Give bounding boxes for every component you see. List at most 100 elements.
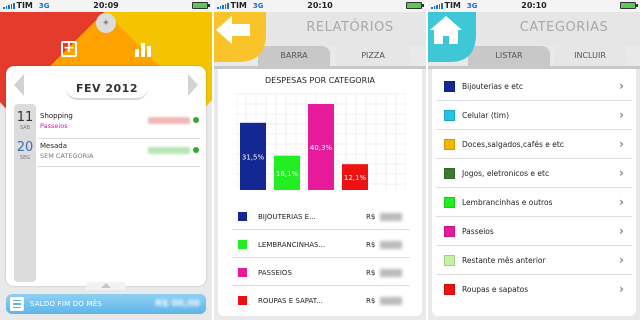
- category-label: Lembrancinhas e outros: [462, 198, 553, 207]
- gear-icon[interactable]: ✦: [96, 13, 116, 33]
- entry-category: Passeios: [40, 122, 68, 130]
- category-label: Passeios: [462, 227, 494, 236]
- category-row[interactable]: Passeios ›: [436, 217, 632, 246]
- legend-swatch: [238, 296, 247, 305]
- list-item[interactable]: 20 SEG Mesada SEM CATEGORIA: [14, 141, 200, 169]
- legend-row[interactable]: ROUPAS E SAPAT... R$: [232, 288, 410, 314]
- bar-chart: 31,5% 16,1% 40,3% 12,1%: [236, 93, 406, 190]
- category-row[interactable]: Celular (tim) ›: [436, 101, 632, 130]
- list-item[interactable]: 11 SAB Shopping Passeios: [14, 111, 200, 139]
- category-row[interactable]: Jogos, eletronicos e etc ›: [436, 159, 632, 188]
- bar-value-label: 40,3%: [310, 144, 333, 152]
- divider: [38, 138, 200, 139]
- status-dot: [193, 147, 199, 153]
- tab-underline: [428, 66, 640, 69]
- balance-value: R$ 00,00: [155, 299, 200, 309]
- bar-value-label: 31,5%: [242, 153, 265, 161]
- category-label: Celular (tim): [462, 111, 510, 120]
- chart-title: DESPESAS POR CATEGORIA: [265, 76, 375, 85]
- tab-listar[interactable]: LISTAR: [468, 46, 550, 66]
- page-title: CATEGORIAS: [519, 20, 609, 35]
- category-swatch: [444, 226, 455, 237]
- legend-label: ROUPAS E SAPAT...: [258, 297, 323, 305]
- legend-swatch: [238, 212, 247, 221]
- bar-value-label: 16,1%: [276, 170, 299, 178]
- category-swatch: [444, 168, 455, 179]
- legend-row[interactable]: LEMBRANCINHAS... R$: [232, 232, 410, 258]
- list-icon: [10, 297, 24, 311]
- category-row[interactable]: Doces,salgados,cafés e etc ›: [436, 130, 632, 159]
- category-label: Bijouterias e etc: [462, 82, 523, 91]
- legend-swatch: [238, 240, 247, 249]
- entry-amount: [148, 117, 190, 124]
- legend-currency: R$: [366, 241, 376, 249]
- entry-category: SEM CATEGORIA: [40, 152, 94, 160]
- reports-screen: TIM 3G 20:10 RELATÓRIOS BARRA PIZZA DESP…: [214, 0, 426, 320]
- clock: 20:10: [521, 1, 547, 10]
- entry-day: 11: [16, 110, 34, 125]
- category-label: Restante mês anterior: [462, 256, 546, 265]
- category-row[interactable]: Bijouterias e etc ›: [436, 72, 632, 101]
- entry-day: 20: [16, 140, 34, 155]
- legend-label: BIJOUTERIAS E...: [258, 213, 316, 221]
- reports-button[interactable]: [130, 36, 156, 62]
- balance-label: SALDO FIM DO MÊS: [30, 300, 102, 308]
- page-title: RELATÓRIOS: [306, 20, 394, 35]
- legend-row[interactable]: PASSEIOS R$: [232, 260, 410, 286]
- category-label: Doces,salgados,cafés e etc: [462, 140, 564, 149]
- legend-label: LEMBRANCINHAS...: [258, 241, 326, 249]
- clock: 20:09: [93, 1, 119, 10]
- bar-value-label: 12,1%: [344, 174, 367, 182]
- legend-label: PASSEIOS: [258, 269, 292, 277]
- entry-amount: [148, 147, 190, 154]
- legend-row[interactable]: BIJOUTERIAS E... R$: [232, 204, 410, 230]
- report-panel: DESPESAS POR CATEGORIA 31,5% 16,1% 40,3% 12…: [218, 66, 422, 316]
- category-swatch: [444, 139, 455, 150]
- legend-amount: [380, 297, 402, 305]
- battery-icon: [192, 2, 210, 9]
- expand-handle[interactable]: [86, 282, 126, 290]
- chevron-right-icon: ›: [619, 137, 624, 151]
- tab-incluir[interactable]: INCLUIR: [554, 46, 626, 66]
- chevron-right-icon: ›: [619, 282, 624, 296]
- add-entry-button[interactable]: +: [56, 36, 82, 62]
- balance-bar[interactable]: SALDO FIM DO MÊS R$ 00,00: [6, 294, 206, 314]
- clock: 20:10: [307, 1, 333, 10]
- legend-amount: [380, 213, 402, 221]
- tab-barra[interactable]: BARRA: [258, 46, 330, 66]
- category-swatch: [444, 255, 455, 266]
- category-swatch: [444, 284, 455, 295]
- category-row[interactable]: Lembrancinhas e outros ›: [436, 188, 632, 217]
- category-swatch: [444, 81, 455, 92]
- legend-amount: [380, 269, 402, 277]
- chevron-right-icon: ›: [619, 108, 624, 122]
- entry-title: Shopping: [40, 112, 73, 120]
- legend-currency: R$: [366, 269, 376, 277]
- status-dot: [193, 117, 199, 123]
- battery-icon: [620, 2, 638, 9]
- plus-icon: +: [61, 41, 77, 57]
- calendar-screen: TIM 3G 20:09 ✦ + FEV 2012 11 SAB Shoppin…: [0, 0, 212, 320]
- legend-amount: [380, 241, 402, 249]
- category-label: Jogos, eletronicos e etc: [462, 169, 550, 178]
- previous-month-arrow[interactable]: [14, 74, 24, 96]
- status-bar: TIM 3G 20:10: [428, 0, 640, 12]
- legend-swatch: [238, 268, 247, 277]
- category-label: Roupas e sapatos: [462, 285, 529, 294]
- category-swatch: [444, 110, 455, 121]
- chevron-right-icon: ›: [619, 166, 624, 180]
- legend-currency: R$: [366, 213, 376, 221]
- entry-date: 11 SAB: [14, 110, 36, 132]
- category-row[interactable]: Roupas e sapatos ›: [436, 275, 632, 304]
- screenshot-triptych: TIM 3G 20:09 ✦ + FEV 2012 11 SAB Shoppin…: [0, 0, 640, 320]
- month-label: FEV 2012: [66, 78, 148, 100]
- category-list: Bijouterias e etc › Celular (tim) › Doce…: [432, 66, 636, 316]
- chevron-right-icon: ›: [619, 195, 624, 209]
- category-row[interactable]: Restante mês anterior ›: [436, 246, 632, 275]
- divider: [38, 166, 200, 167]
- categories-screen: TIM 3G 20:10 CATEGORIAS LISTAR INCLUIR B…: [428, 0, 640, 320]
- entry-date: 20 SEG: [14, 140, 36, 162]
- next-month-arrow[interactable]: [188, 74, 198, 96]
- category-swatch: [444, 197, 455, 208]
- tab-pizza[interactable]: PIZZA: [336, 46, 410, 66]
